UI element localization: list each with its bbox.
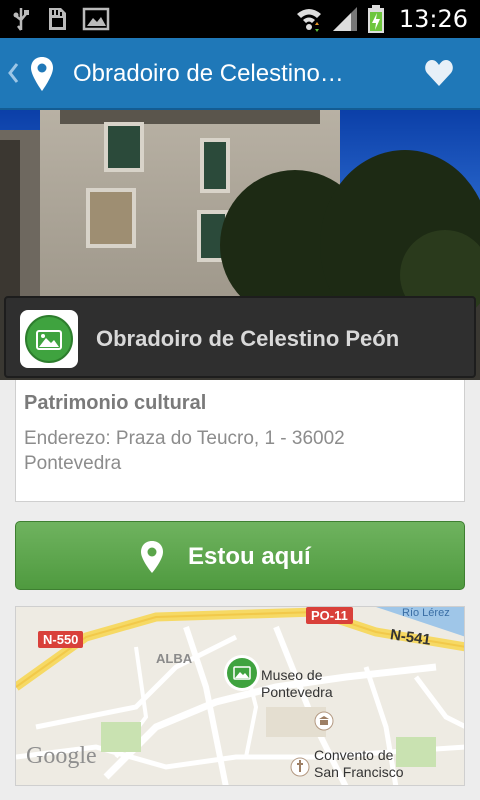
signal-icon [332, 7, 357, 31]
google-logo: Google [26, 743, 97, 769]
map-pin-icon [31, 57, 53, 91]
checkin-button-label: Estou aquí [188, 543, 311, 570]
location-map[interactable]: N-550 PO-11 N-541 Río Lérez ALBA Museo d… [15, 606, 465, 786]
landmark-icon [227, 658, 257, 688]
action-bar: Obradoiro de Celestino… [0, 38, 480, 110]
road-label-po11: PO-11 [306, 607, 353, 624]
wifi-icon [296, 9, 321, 32]
photo-window [104, 122, 144, 172]
poi-label-convento: Convento de San Francisco [314, 747, 404, 780]
place-address: Enderezo: Praza do Teucro, 1 - 36002 Pon… [24, 428, 345, 474]
place-title-bar: Obradoiro de Celestino Peón [4, 296, 476, 378]
status-bar: 13:26 [0, 0, 480, 38]
chevron-left-icon[interactable] [6, 58, 20, 88]
poi-label-museo: Museo de Pontevedra [261, 667, 333, 700]
place-info-card: Patrimonio cultural Enderezo: Praza do T… [15, 380, 465, 502]
image-icon [82, 7, 110, 31]
usb-icon [13, 8, 29, 31]
heart-icon[interactable] [424, 58, 454, 88]
category-badge [20, 310, 78, 368]
photo-window [86, 188, 136, 248]
status-time: 13:26 [398, 5, 468, 33]
road-label-n550: N-550 [38, 631, 84, 648]
landmark-icon [25, 315, 73, 363]
place-map-marker[interactable] [224, 655, 260, 691]
sd-card-icon [49, 8, 66, 30]
church-icon [290, 757, 310, 777]
battery-charging-icon [367, 5, 384, 33]
checkin-button[interactable]: Estou aquí [15, 521, 465, 590]
place-name: Obradoiro de Celestino Peón [96, 326, 400, 351]
photo-window [200, 138, 230, 193]
district-label-alba: ALBA [156, 651, 193, 666]
page-title: Obradoiro de Celestino… [73, 60, 344, 87]
museum-icon [314, 711, 334, 731]
river-label: Río Lérez [402, 607, 450, 619]
map-pin-icon [141, 541, 163, 573]
photo-wall [0, 140, 20, 300]
photo-roof [60, 110, 320, 124]
place-category: Patrimonio cultural [24, 392, 207, 414]
